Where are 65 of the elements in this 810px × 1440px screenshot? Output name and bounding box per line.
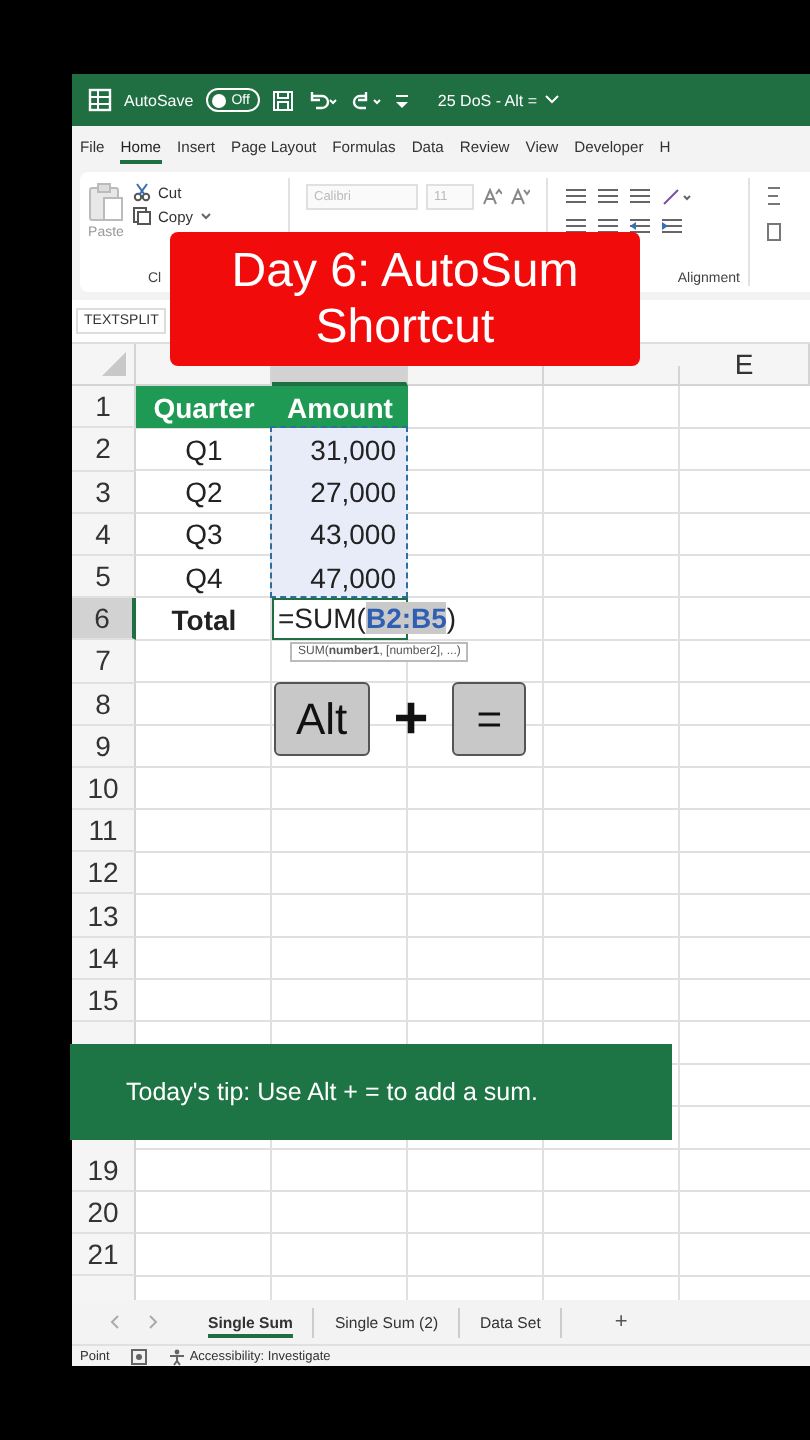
table-cell-text: Q4 — [183, 559, 225, 598]
macro-icon[interactable] — [129, 1348, 148, 1366]
row-header[interactable]: 21 — [72, 1233, 136, 1277]
add-sheet-button[interactable]: + — [614, 1310, 628, 1334]
orientation-icon[interactable] — [660, 186, 692, 206]
keyboard-key: = — [452, 682, 527, 756]
decrease-indent-icon[interactable] — [628, 216, 652, 236]
row-header[interactable]: 11 — [72, 810, 136, 853]
row-header[interactable]: 8 — [72, 683, 136, 726]
copy-icon — [132, 206, 152, 226]
column-header[interactable] — [136, 366, 272, 387]
tip-banner: Today's tip: Use Alt + = to add a sum. — [70, 1044, 672, 1140]
redo-icon[interactable] — [349, 89, 382, 111]
row-header[interactable]: 15 — [72, 979, 136, 1022]
table-cell: 31,000 — [272, 428, 408, 472]
row-header[interactable]: 6 — [72, 598, 136, 641]
table-cell-text: Q2 — [183, 474, 225, 513]
align-bottom-icon[interactable] — [628, 186, 652, 206]
row-header[interactable]: 14 — [72, 937, 136, 980]
table-cell: 47,000 — [272, 555, 408, 599]
decrease-font-icon[interactable] — [510, 188, 530, 206]
undo-icon[interactable] — [305, 89, 338, 111]
caret-icon — [199, 212, 212, 220]
row-header[interactable]: 10 — [72, 767, 136, 811]
row-header[interactable]: 7 — [72, 640, 136, 683]
row-header[interactable]: 19 — [72, 1149, 136, 1192]
save-icon[interactable] — [271, 89, 294, 111]
column-header[interactable]: E — [680, 344, 810, 387]
table-cell: 27,000 — [272, 471, 408, 514]
align-right-icon[interactable] — [596, 216, 620, 236]
row-header[interactable]: 12 — [72, 852, 136, 895]
chevron-down-icon — [543, 94, 560, 106]
document-title[interactable]: 25 DoS - Alt = — [437, 91, 538, 109]
row-header[interactable]: 4 — [72, 513, 136, 556]
spreadsheet-icon[interactable] — [88, 88, 112, 112]
customize-icon[interactable] — [393, 91, 410, 109]
header-cell: Amount — [272, 386, 408, 429]
table-cell-text: Q3 — [183, 516, 225, 555]
header-cell: Quarter — [136, 386, 272, 429]
column-header[interactable] — [272, 366, 408, 387]
row-header[interactable]: 13 — [72, 894, 136, 938]
formula-text[interactable]: =SUM(B2:B5) — [278, 602, 457, 637]
accessibility-icon — [167, 1348, 186, 1366]
wrap-text-icon[interactable] — [766, 186, 782, 206]
merge-icon[interactable] — [766, 222, 782, 242]
increase-indent-icon[interactable] — [660, 216, 684, 236]
autosave-label: AutoSave — [124, 91, 194, 109]
increase-font-icon[interactable] — [482, 188, 502, 206]
row-header[interactable]: 3 — [72, 471, 136, 514]
clipboard-icon — [88, 182, 124, 222]
align-top-icon[interactable] — [564, 186, 588, 206]
table-cell-text: Q1 — [183, 431, 225, 470]
align-middle-icon[interactable] — [596, 186, 620, 206]
plus-sign: + — [393, 685, 429, 753]
row-header[interactable]: 1 — [72, 386, 136, 429]
table-cell: 43,000 — [272, 513, 408, 556]
row-header[interactable]: 5 — [72, 555, 136, 599]
title-card: Day 6: AutoSum Shortcut — [170, 232, 640, 366]
row-header[interactable]: 9 — [72, 725, 136, 768]
keyboard-key: Alt — [274, 682, 370, 756]
row-header[interactable]: 2 — [72, 428, 136, 472]
table-cell-text: Total — [169, 601, 239, 640]
scissors-icon — [132, 182, 152, 202]
row-header[interactable]: 20 — [72, 1191, 136, 1234]
align-center-icon[interactable] — [564, 216, 588, 236]
